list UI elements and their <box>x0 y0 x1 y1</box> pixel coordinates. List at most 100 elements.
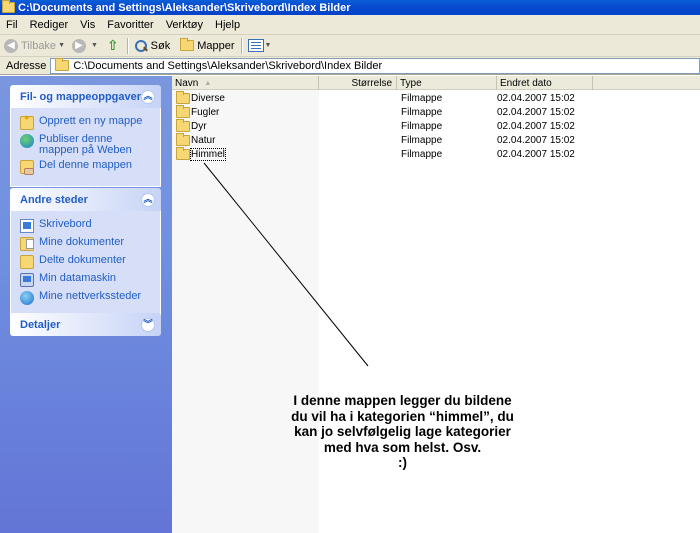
column-header-name[interactable]: Navn ▲ <box>172 76 319 90</box>
folder-icon <box>176 104 190 118</box>
panel-title: Detaljer <box>20 318 61 331</box>
toolbar-separator <box>126 37 128 54</box>
annotation-line: I denne mappen legger du bildene <box>293 393 512 408</box>
place-label: Min datamaskin <box>39 272 117 284</box>
annotation-line: med hva som helst. Osv. <box>323 439 482 455</box>
menu-help[interactable]: Hjelp <box>209 19 246 31</box>
window-title: C:\Documents and Settings\Aleksander\Skr… <box>18 1 351 14</box>
column-header-date[interactable]: Endret dato <box>497 76 593 90</box>
folders-label: Mapper <box>197 39 235 52</box>
back-label: Tilbake <box>21 39 57 52</box>
column-headers: Navn ▲ Størrelse Type Endret dato <box>172 76 700 90</box>
file-folder-tasks-panel: Fil- og mappeoppgaver ︽ Opprett en ny ma… <box>10 85 161 187</box>
file-date: 02.04.2007 15:02 <box>497 148 575 160</box>
task-label: Opprett en ny mappe <box>39 115 143 127</box>
task-share-folder[interactable]: Del denne mappen <box>20 159 154 175</box>
back-arrow-icon: ◀ <box>4 38 18 53</box>
toolbar: ◀ Tilbake ▼ ▶ ▼ ⇧ Søk Mapper ▼ <box>0 35 700 57</box>
file-name: Himmel <box>190 147 226 161</box>
menu-bar: Fil Rediger Vis Favoritter Verktøy Hjelp <box>0 15 700 35</box>
folder-icon <box>2 0 15 13</box>
task-label: Publiser denne mappen på Weben <box>39 133 132 156</box>
address-input[interactable]: C:\Documents and Settings\Aleksander\Skr… <box>50 57 700 74</box>
task-label: Del denne mappen <box>39 159 132 171</box>
other-places-panel: Andre steder ︽ Skrivebord Mine dokumente… <box>10 188 161 318</box>
place-desktop[interactable]: Skrivebord <box>20 219 154 233</box>
expand-icon[interactable]: ︾ <box>141 317 155 332</box>
panel-body: Opprett en ny mappe Publiser denne mappe… <box>10 108 161 187</box>
panel-header[interactable]: Andre steder ︽ <box>10 188 161 211</box>
file-name: Fugler <box>191 106 220 118</box>
chevron-down-icon[interactable]: ▼ <box>91 42 98 49</box>
file-type: Filmappe <box>401 106 443 118</box>
column-header-size[interactable]: Størrelse <box>319 76 397 90</box>
menu-edit[interactable]: Rediger <box>24 19 75 31</box>
place-shared-documents[interactable]: Delte dokumenter <box>20 255 154 269</box>
task-publish-web[interactable]: Publiser denne mappen på Weben <box>20 134 154 156</box>
title-bar: C:\Documents and Settings\Aleksander\Skr… <box>0 0 700 15</box>
file-name: Natur <box>191 134 216 146</box>
file-date: 02.04.2007 15:02 <box>497 134 575 146</box>
chevron-down-icon[interactable]: ▼ <box>58 42 65 49</box>
place-label: Mine dokumenter <box>39 236 124 248</box>
collapse-icon[interactable]: ︽ <box>141 89 155 104</box>
annotation-line: kan jo selvfølgelig lage kategorier <box>294 424 511 439</box>
place-label: Mine nettverkssteder <box>39 290 142 302</box>
search-button[interactable]: Søk <box>132 36 173 56</box>
place-label: Skrivebord <box>39 218 92 230</box>
collapse-icon[interactable]: ︽ <box>141 192 155 207</box>
file-row[interactable]: Himmel Filmappe 02.04.2007 15:02 <box>172 146 591 161</box>
folders-button[interactable]: Mapper <box>178 36 236 56</box>
toolbar-separator <box>240 37 242 54</box>
file-name: Dyr <box>191 120 207 132</box>
network-places-icon <box>20 291 34 305</box>
menu-view[interactable]: Vis <box>74 19 101 31</box>
column-label: Størrelse <box>351 77 392 89</box>
desktop-icon <box>20 219 34 233</box>
address-label: Adresse <box>6 59 47 72</box>
task-pane: Fil- og mappeoppgaver ︽ Opprett en ny ma… <box>0 76 172 533</box>
file-row[interactable]: Diverse Filmappe 02.04.2007 15:02 <box>172 90 591 105</box>
shared-documents-icon <box>20 255 34 269</box>
address-bar: Adresse C:\Documents and Settings\Aleksa… <box>0 57 700 75</box>
menu-tools[interactable]: Verktøy <box>160 19 209 31</box>
menu-file[interactable]: Fil <box>0 19 24 31</box>
folder-icon <box>176 146 190 160</box>
chevron-down-icon[interactable]: ▼ <box>265 42 272 49</box>
file-row[interactable]: Natur Filmappe 02.04.2007 15:02 <box>172 132 591 147</box>
up-button[interactable]: ⇧ <box>103 36 123 56</box>
folder-icon <box>176 118 190 132</box>
file-type: Filmappe <box>401 148 443 160</box>
file-date: 02.04.2007 15:02 <box>497 92 575 104</box>
place-my-computer[interactable]: Min datamaskin <box>20 273 154 287</box>
file-date: 02.04.2007 15:02 <box>497 106 575 118</box>
task-new-folder[interactable]: Opprett en ny mappe <box>20 113 154 130</box>
annotation-text: I denne mappen legger du bildene du vil … <box>270 393 535 471</box>
annotation-line: :) <box>398 455 407 470</box>
forward-button[interactable]: ▶ ▼ <box>70 36 103 56</box>
column-label: Navn <box>175 77 199 89</box>
file-type: Filmappe <box>401 92 443 104</box>
file-row[interactable]: Fugler Filmappe 02.04.2007 15:02 <box>172 104 591 119</box>
details-panel: Detaljer ︾ <box>10 313 161 336</box>
sort-ascending-icon: ▲ <box>204 79 212 87</box>
panel-header[interactable]: Fil- og mappeoppgaver ︽ <box>10 85 161 108</box>
file-row[interactable]: Dyr Filmappe 02.04.2007 15:02 <box>172 118 591 133</box>
column-label: Type <box>400 77 422 89</box>
views-button[interactable]: ▼ <box>246 36 277 56</box>
place-my-documents[interactable]: Mine dokumenter <box>20 237 154 251</box>
file-date: 02.04.2007 15:02 <box>497 120 575 132</box>
file-name: Diverse <box>191 92 225 104</box>
up-folder-icon: ⇧ <box>106 37 119 53</box>
back-button[interactable]: ◀ Tilbake ▼ <box>2 36 70 56</box>
menu-favorites[interactable]: Favoritter <box>101 19 159 31</box>
column-header-type[interactable]: Type <box>397 76 497 90</box>
new-folder-icon <box>20 113 34 130</box>
place-network[interactable]: Mine nettverkssteder <box>20 291 154 305</box>
place-label: Delte dokumenter <box>39 254 126 266</box>
annotation-line: du vil ha i kategorien “himmel”, du <box>291 408 514 424</box>
share-folder-icon <box>20 160 34 175</box>
my-computer-icon <box>20 273 34 287</box>
forward-arrow-icon: ▶ <box>72 38 86 53</box>
panel-header[interactable]: Detaljer ︾ <box>10 313 161 336</box>
